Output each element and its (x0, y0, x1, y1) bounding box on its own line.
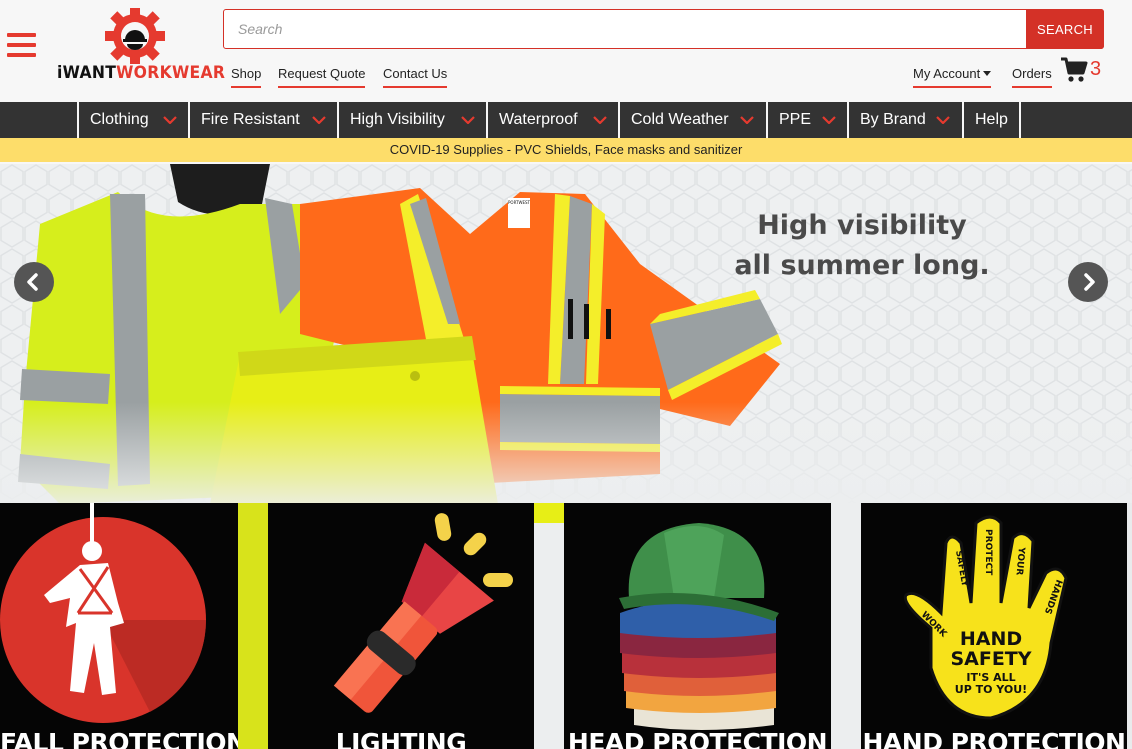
harness-person-icon (0, 503, 207, 723)
carousel-next-button[interactable] (1068, 262, 1108, 302)
chevron-down-icon (822, 116, 836, 124)
gear-hardhat-icon (105, 6, 165, 66)
chevron-down-icon (740, 116, 754, 124)
hand-safety-line1: HAND (960, 628, 1022, 650)
page: iWANTWORKWEAR SEARCH Shop Request Quote … (0, 0, 1132, 749)
nav-item-waterproof[interactable]: Waterproof (486, 102, 618, 138)
hero-headline: High visibility all summer long. (712, 206, 1012, 286)
my-account-dropdown[interactable]: My Account (913, 66, 992, 88)
hard-hat-stack-icon (619, 523, 779, 730)
search-form: SEARCH (223, 9, 1104, 49)
my-account-label: My Account (913, 66, 981, 81)
search-input[interactable] (224, 10, 1026, 48)
category-tile-fall-protection[interactable]: FALL PROTECTION (0, 503, 238, 749)
hero-title-line1: High visibility (757, 210, 967, 241)
chevron-right-icon (1084, 273, 1095, 291)
carousel-prev-button[interactable] (14, 262, 54, 302)
nav-item-label: Clothing (90, 111, 149, 128)
category-label: LIGHTING (335, 728, 467, 749)
cart-count-badge[interactable]: 3 (1090, 58, 1101, 81)
nav-item-label: By Brand (860, 111, 926, 128)
finger-word-protect: PROTECT (983, 529, 993, 576)
nav-item-label: Fire Resistant (201, 111, 300, 128)
logo-wordmark: iWANTWORKWEAR (57, 63, 226, 83)
nav-item-by-brand[interactable]: By Brand (847, 102, 962, 138)
site-header: iWANTWORKWEAR SEARCH Shop Request Quote … (0, 0, 1132, 102)
site-logo[interactable]: iWANTWORKWEAR (57, 6, 226, 86)
caret-down-icon (983, 71, 992, 76)
contact-us-link[interactable]: Contact Us (383, 66, 448, 88)
announcement-banner[interactable]: COVID-19 Supplies - PVC Shields, Face ma… (0, 138, 1132, 162)
orders-link[interactable]: Orders (1012, 66, 1052, 88)
search-button[interactable]: SEARCH (1026, 9, 1104, 49)
shopping-cart-icon[interactable] (1060, 56, 1088, 84)
category-label: FALL PROTECTION (0, 728, 238, 749)
nav-item-ppe[interactable]: PPE (766, 102, 847, 138)
hero-title-line2: all summer long. (734, 250, 990, 281)
nav-item-label: Waterproof (499, 111, 578, 128)
hand-safety-icon: HAND SAFETY IT'S ALL UP TO YOU! WORK SAF… (903, 515, 1068, 720)
chevron-down-icon (461, 116, 475, 124)
category-tile-head-protection[interactable]: HEAD PROTECTION (564, 503, 831, 749)
nav-item-label: PPE (779, 111, 812, 128)
category-tile-hand-protection[interactable]: HAND SAFETY IT'S ALL UP TO YOU! WORK SAF… (861, 503, 1127, 749)
nav-item-label: Cold Weather (631, 111, 729, 128)
hero-carousel: PORTWEST High visibility all summer long… (0, 164, 1132, 504)
chevron-down-icon (593, 116, 607, 124)
menu-icon[interactable] (7, 33, 36, 59)
nav-divider (1019, 102, 1021, 138)
hand-safety-line2: SAFETY (950, 648, 1031, 670)
main-nav: Clothing Fire Resistant High Visibility … (0, 102, 1132, 138)
nav-item-help[interactable]: Help (962, 102, 1019, 138)
nav-item-clothing[interactable]: Clothing (77, 102, 188, 138)
nav-item-high-visibility[interactable]: High Visibility (337, 102, 486, 138)
chevron-down-icon (936, 116, 950, 124)
category-label: HAND PROTECTION (862, 728, 1126, 749)
request-quote-link[interactable]: Request Quote (278, 66, 366, 88)
chevron-down-icon (163, 116, 177, 124)
category-label: HEAD PROTECTION (567, 728, 828, 749)
nav-item-label: Help (975, 111, 1008, 128)
shop-link[interactable]: Shop (231, 66, 262, 88)
nav-item-label: High Visibility (350, 111, 445, 128)
chevron-left-icon (27, 273, 38, 291)
nav-item-cold-weather[interactable]: Cold Weather (618, 102, 766, 138)
flashlight-icon (333, 513, 513, 713)
nav-item-fire-resistant[interactable]: Fire Resistant (188, 102, 337, 138)
hand-safety-sub2: UP TO YOU! (955, 683, 1027, 696)
category-tile-lighting[interactable]: LIGHTING (268, 503, 534, 749)
chevron-down-icon (312, 116, 326, 124)
